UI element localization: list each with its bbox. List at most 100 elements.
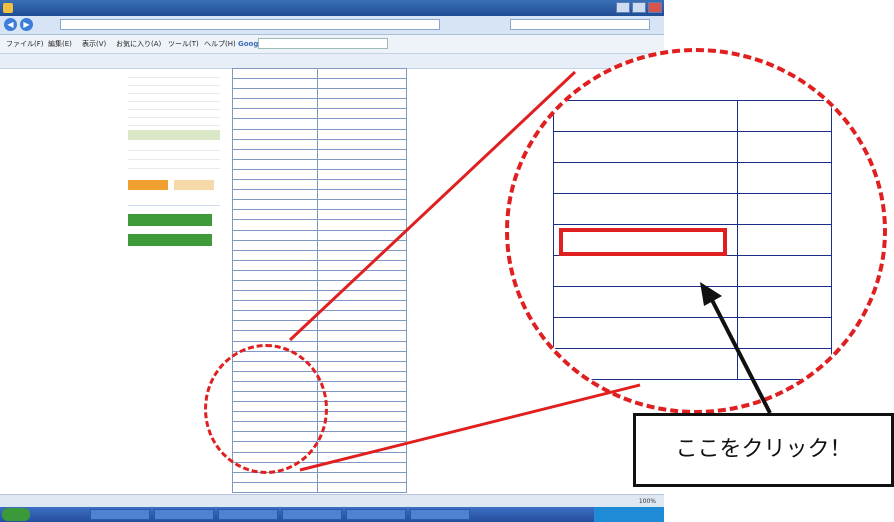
route-detail-link[interactable]	[317, 158, 407, 170]
zoomed-detail-link[interactable]	[737, 255, 832, 287]
route-detail-link[interactable]	[317, 330, 407, 342]
taskbar-item[interactable]	[218, 509, 278, 520]
zoomed-detail-link[interactable]	[737, 193, 832, 225]
route-detail-link[interactable]	[317, 67, 407, 80]
route-detail-link[interactable]	[317, 421, 407, 433]
zoomed-route-link[interactable]	[553, 348, 738, 380]
zoomed-route-link[interactable]	[553, 162, 738, 194]
route-detail-link[interactable]	[317, 148, 407, 160]
route-detail-link[interactable]	[317, 451, 407, 463]
zoomed-detail-link[interactable]	[737, 100, 832, 132]
route-link[interactable]	[232, 330, 318, 342]
zoomed-route-link[interactable]	[553, 100, 738, 132]
route-link[interactable]	[232, 320, 318, 332]
route-detail-link[interactable]	[317, 411, 407, 423]
route-link[interactable]	[232, 249, 318, 261]
sidebar-green-button-2[interactable]	[128, 234, 212, 246]
search-button[interactable]	[128, 180, 168, 190]
route-link[interactable]	[232, 310, 318, 322]
route-link[interactable]	[232, 168, 318, 181]
route-link[interactable]	[232, 189, 318, 201]
taskbar-item[interactable]	[282, 509, 342, 520]
route-detail-link[interactable]	[317, 300, 407, 312]
zoomed-route-link[interactable]	[553, 286, 738, 318]
route-detail-link[interactable]	[317, 290, 407, 302]
zoomed-detail-link[interactable]	[737, 286, 832, 318]
zoomed-detail-link[interactable]	[737, 224, 832, 256]
maximize-button[interactable]	[632, 2, 646, 13]
route-link[interactable]	[232, 179, 318, 191]
google-search-input[interactable]	[258, 38, 388, 49]
route-link[interactable]	[232, 88, 318, 100]
route-detail-link[interactable]	[317, 380, 407, 393]
route-link[interactable]	[232, 471, 318, 483]
address-input[interactable]	[60, 19, 440, 30]
route-detail-link[interactable]	[317, 209, 407, 221]
close-button[interactable]	[648, 2, 662, 13]
forward-arrow-icon[interactable]: ▶	[20, 18, 33, 31]
route-link[interactable]	[232, 67, 318, 80]
menu-help[interactable]: ヘルプ(H)	[204, 35, 236, 53]
route-detail-link[interactable]	[317, 199, 407, 211]
zoomed-route-link[interactable]	[553, 255, 738, 287]
route-detail-link[interactable]	[317, 128, 407, 140]
route-link[interactable]	[232, 138, 318, 150]
search-input[interactable]	[510, 19, 650, 30]
route-link[interactable]	[232, 481, 318, 493]
route-link[interactable]	[232, 259, 318, 271]
route-link[interactable]	[232, 199, 318, 211]
route-link[interactable]	[232, 290, 318, 302]
taskbar-item[interactable]	[410, 509, 470, 520]
route-detail-link[interactable]	[317, 279, 407, 292]
route-detail-link[interactable]	[317, 229, 407, 241]
zoomed-route-link[interactable]	[553, 317, 738, 349]
route-detail-link[interactable]	[317, 108, 407, 120]
menu-edit[interactable]: 編集(E)	[48, 35, 72, 53]
route-detail-link[interactable]	[317, 88, 407, 100]
route-detail-link[interactable]	[317, 168, 407, 181]
route-link[interactable]	[232, 219, 318, 231]
menu-file[interactable]: ファイル(F)	[6, 35, 44, 53]
menu-tools[interactable]: ツール(T)	[168, 35, 199, 53]
route-detail-link[interactable]	[317, 461, 407, 473]
minimize-button[interactable]	[616, 2, 630, 13]
sidebar-green-button-1[interactable]	[128, 214, 212, 226]
route-detail-link[interactable]	[317, 269, 407, 281]
route-link[interactable]	[232, 78, 318, 90]
route-detail-link[interactable]	[317, 431, 407, 443]
route-link[interactable]	[232, 148, 318, 160]
route-link[interactable]	[232, 98, 318, 110]
route-detail-link[interactable]	[317, 401, 407, 413]
route-detail-link[interactable]	[317, 310, 407, 322]
route-detail-link[interactable]	[317, 179, 407, 191]
route-detail-link[interactable]	[317, 471, 407, 483]
route-detail-link[interactable]	[317, 370, 407, 382]
route-detail-link[interactable]	[317, 138, 407, 150]
route-detail-link[interactable]	[317, 219, 407, 231]
route-link[interactable]	[232, 300, 318, 312]
route-detail-link[interactable]	[317, 249, 407, 261]
menu-favorites[interactable]: お気に入り(A)	[116, 35, 161, 53]
route-link[interactable]	[232, 269, 318, 281]
route-link[interactable]	[232, 118, 318, 130]
start-button[interactable]	[2, 508, 30, 521]
taskbar-item[interactable]	[90, 509, 150, 520]
zoomed-route-link[interactable]	[553, 131, 738, 163]
clear-button[interactable]	[174, 180, 214, 190]
route-detail-link[interactable]	[317, 390, 407, 403]
taskbar-item[interactable]	[346, 509, 406, 520]
route-detail-link[interactable]	[317, 441, 407, 453]
route-link[interactable]	[232, 239, 318, 251]
route-link[interactable]	[232, 128, 318, 140]
route-detail-link[interactable]	[317, 118, 407, 130]
zoomed-route-link[interactable]	[553, 193, 738, 225]
zoomed-detail-link[interactable]	[737, 348, 832, 380]
route-detail-link[interactable]	[317, 481, 407, 493]
route-link[interactable]	[232, 229, 318, 241]
route-detail-link[interactable]	[317, 350, 407, 362]
route-detail-link[interactable]	[317, 78, 407, 90]
route-link[interactable]	[232, 158, 318, 170]
menu-view[interactable]: 表示(V)	[82, 35, 106, 53]
route-detail-link[interactable]	[317, 239, 407, 251]
zoomed-detail-link[interactable]	[737, 131, 832, 163]
